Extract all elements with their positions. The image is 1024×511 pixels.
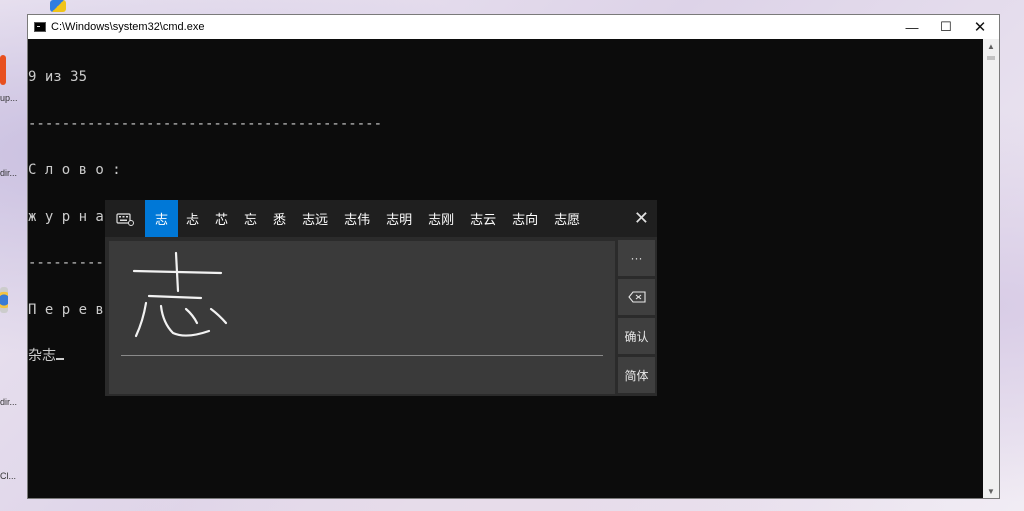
handwritten-strokes xyxy=(132,251,228,338)
console-app-icon xyxy=(34,22,46,32)
handwriting-canvas[interactable] xyxy=(109,241,615,394)
desktop-app-icon[interactable] xyxy=(0,55,6,85)
candidate[interactable]: 志刚 xyxy=(420,200,462,237)
desktop-label: dir... xyxy=(0,397,18,407)
backspace-button[interactable] xyxy=(618,279,655,315)
candidate[interactable]: 芯 xyxy=(207,200,236,237)
console-separator: ----------------------------------------… xyxy=(28,115,383,132)
desktop-label: up... xyxy=(0,93,18,103)
candidate[interactable]: 志愿 xyxy=(546,200,588,237)
candidate[interactable]: 志远 xyxy=(294,200,336,237)
candidate-bar: 志 忐 芯 忘 悉 志远 志伟 志明 志刚 志云 志向 志愿 ✕ xyxy=(105,200,657,237)
desktop-shield-icon[interactable] xyxy=(50,0,66,12)
console-line: 9 из 35 xyxy=(28,69,88,85)
close-panel-icon[interactable]: ✕ xyxy=(634,200,649,237)
desktop-label: Cl... xyxy=(0,471,17,481)
window-title: C:\Windows\system32\cmd.exe xyxy=(51,21,205,33)
candidate[interactable]: 志云 xyxy=(462,200,504,237)
scroll-up-arrow-icon[interactable]: ▲ xyxy=(983,39,999,53)
desktop-disk-icon[interactable] xyxy=(0,287,8,313)
candidate[interactable]: 志伟 xyxy=(336,200,378,237)
simplified-mode-button[interactable]: 简体 xyxy=(618,357,655,393)
candidate[interactable]: 悉 xyxy=(265,200,294,237)
candidate-selected[interactable]: 志 xyxy=(145,200,178,237)
more-options-button[interactable]: ··· xyxy=(618,240,655,276)
writing-baseline xyxy=(121,355,603,356)
backspace-icon xyxy=(627,291,646,303)
candidate[interactable]: 忘 xyxy=(236,200,265,237)
candidate[interactable]: 志向 xyxy=(504,200,546,237)
handwriting-input-panel: 志 忐 芯 忘 悉 志远 志伟 志明 志刚 志云 志向 志愿 ✕ ··· 确认 … xyxy=(105,200,657,396)
maximize-button[interactable]: ☐ xyxy=(929,15,963,39)
minimize-button[interactable]: — xyxy=(895,15,929,39)
candidate[interactable]: 志明 xyxy=(378,200,420,237)
keyboard-settings-icon[interactable] xyxy=(105,200,145,237)
vertical-scrollbar[interactable]: ▲ ▼ xyxy=(983,39,999,498)
candidate[interactable]: 忐 xyxy=(178,200,207,237)
scroll-down-arrow-icon[interactable]: ▼ xyxy=(983,484,999,498)
console-line: С л о в о : xyxy=(28,162,121,178)
title-bar[interactable]: C:\Windows\system32\cmd.exe — ☐ ✕ xyxy=(28,15,999,39)
confirm-button[interactable]: 确认 xyxy=(618,318,655,354)
desktop-label: dir... xyxy=(0,168,18,178)
console-input-text: 杂志 xyxy=(28,348,56,364)
scroll-thumb[interactable] xyxy=(987,56,995,60)
text-cursor xyxy=(56,358,64,360)
close-button[interactable]: ✕ xyxy=(963,15,997,39)
